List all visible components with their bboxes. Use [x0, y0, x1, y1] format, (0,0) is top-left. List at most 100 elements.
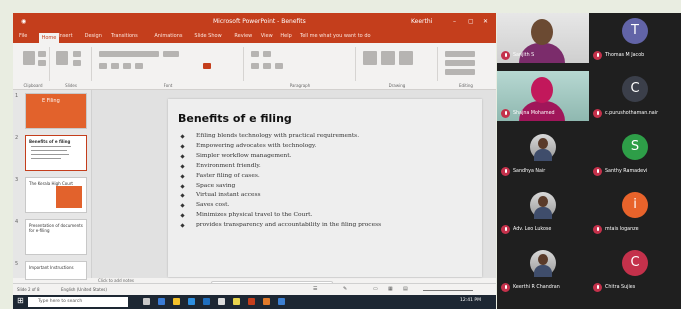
replace-button[interactable] — [445, 60, 475, 66]
new-slide-button[interactable] — [56, 51, 68, 65]
title-bar: ◉ Microsoft PowerPoint - Benefits Keerth… — [13, 13, 496, 31]
bullets-button[interactable] — [251, 51, 259, 57]
participant-tile[interactable]: C Chitra Sujies — [589, 245, 681, 295]
normal-view-icon[interactable]: ▭ — [373, 286, 378, 292]
ribbon-tab[interactable]: View — [261, 33, 273, 39]
app-icon[interactable] — [263, 298, 270, 305]
participant-tile[interactable]: Adv. Leo Lukose — [497, 187, 589, 237]
slide-title[interactable]: Benefits of e filing — [178, 112, 292, 125]
bullet-text: Simpler workflow management. — [196, 152, 292, 159]
app-icon[interactable] — [218, 298, 225, 305]
bullet-diamond-icon — [180, 193, 185, 199]
copy-icon[interactable] — [38, 60, 46, 66]
taskbar-search-input[interactable]: Type here to search — [28, 297, 128, 307]
current-slide[interactable]: Benefits of e filing Efiling blends tech… — [168, 99, 482, 277]
close-icon[interactable]: ✕ — [483, 18, 488, 25]
find-button[interactable] — [445, 51, 475, 57]
participant-tile[interactable]: T Thomas M Jacob — [589, 13, 681, 63]
slide-thumbnail-selected[interactable]: Benefits of e filing — [25, 135, 87, 171]
ribbon-group-label: Paragraph — [289, 83, 311, 88]
language-status[interactable]: English (United States) — [61, 287, 107, 292]
slide-thumbnail[interactable]: Presentation of documents for e-filing — [25, 219, 87, 255]
maximize-icon[interactable]: ▢ — [468, 18, 474, 25]
participant-tile[interactable]: Shajna Mohamed — [497, 71, 589, 121]
taskbar-clock[interactable]: 12:41 PM — [460, 298, 481, 303]
edge-icon[interactable] — [158, 298, 165, 305]
bullet-diamond-icon — [180, 183, 185, 189]
participant-tile[interactable]: Keerthi R Chandran — [497, 245, 589, 295]
cut-icon[interactable] — [38, 51, 46, 57]
participant-tile[interactable]: i mtais loganze — [589, 187, 681, 237]
sorter-view-icon[interactable]: ▦ — [388, 286, 393, 292]
autosave-icon[interactable]: ◉ — [21, 18, 26, 25]
align-center-button[interactable] — [263, 63, 271, 69]
layout-button[interactable] — [73, 51, 81, 57]
ribbon-group-label: Slides — [65, 83, 77, 88]
participant-name: mtais loganze — [605, 227, 639, 232]
slide-thumbnail[interactable]: The Kerala High Court — [25, 177, 87, 213]
paste-button[interactable] — [23, 51, 35, 65]
participant-gallery: Sanjith S T Thomas M Jacob Shajna Mohamed Cc… — [497, 13, 681, 309]
ribbon-tab[interactable]: Insert — [58, 33, 72, 39]
account-name[interactable]: Keerthi — [411, 18, 432, 25]
participant-name: Santhy Ramadevi — [605, 169, 648, 174]
comments-icon[interactable]: ✎ — [343, 286, 347, 292]
ribbon-tab[interactable]: File — [19, 33, 27, 39]
participant-name: Adv. Leo Lukose — [513, 227, 552, 232]
file-explorer-icon[interactable] — [173, 298, 180, 305]
slide-thumbnail[interactable]: Important Instructions — [25, 261, 87, 280]
person-silhouette — [538, 254, 548, 265]
store-icon[interactable] — [188, 298, 195, 305]
participant-tile[interactable]: Cc.purushothaman.nair — [589, 71, 681, 121]
numbering-button[interactable] — [263, 51, 271, 57]
bullet-diamond-icon — [180, 203, 185, 208]
ribbon-tab[interactable]: Tell me what you want to do — [300, 33, 371, 39]
italic-button[interactable] — [111, 63, 119, 69]
powerpoint-taskbar-icon[interactable] — [248, 298, 255, 305]
zoom-slider[interactable] — [423, 290, 473, 291]
muted-mic-icon — [593, 51, 602, 60]
task-view-icon[interactable] — [143, 298, 150, 305]
bullet-list[interactable]: Efiling blends technology with practical… — [180, 132, 381, 231]
ribbon-tab[interactable]: Home — [38, 33, 60, 43]
strikethrough-button[interactable] — [135, 63, 143, 69]
chrome-icon[interactable] — [233, 298, 240, 305]
ribbon-group-label: Drawing — [388, 83, 406, 88]
minimize-icon[interactable]: – — [453, 18, 456, 25]
ribbon-tab[interactable]: Transitions — [111, 33, 138, 39]
participant-tile[interactable]: Sandhya Nair — [497, 129, 589, 179]
align-left-button[interactable] — [251, 63, 259, 69]
select-button[interactable] — [445, 69, 475, 75]
muted-mic-icon — [593, 225, 602, 234]
thumbnail-title: E Filing — [42, 98, 60, 104]
participant-name: Keerthi R Chandran — [513, 285, 560, 290]
windows-start-icon[interactable]: ⊞ — [17, 296, 24, 305]
reading-view-icon[interactable]: ▤ — [403, 286, 408, 292]
status-bar: Slide 2 of 8 English (United States) ☰ ✎… — [13, 283, 496, 295]
font-name-select[interactable] — [99, 51, 159, 57]
app-icon[interactable] — [278, 298, 285, 305]
ribbon-tab[interactable]: Review — [234, 33, 252, 39]
underline-button[interactable] — [123, 63, 131, 69]
mail-icon[interactable] — [203, 298, 210, 305]
arrange-button[interactable] — [381, 51, 395, 65]
participant-tile[interactable]: Sanjith S — [497, 13, 589, 63]
quick-styles-button[interactable] — [399, 51, 413, 65]
align-right-button[interactable] — [275, 63, 283, 69]
shapes-button[interactable] — [363, 51, 377, 65]
ribbon-tab[interactable]: Help — [280, 33, 291, 39]
bullet-text: Minimizes physical travel to the Court. — [196, 212, 313, 219]
font-color-button[interactable] — [203, 63, 211, 69]
notes-toggle-icon[interactable]: ☰ — [313, 286, 317, 292]
participant-tile[interactable]: S Santhy Ramadevi — [589, 129, 681, 179]
ribbon-tab[interactable]: Design — [85, 33, 102, 39]
ribbon-tab[interactable]: Slide Show — [194, 33, 221, 39]
font-size-select[interactable] — [163, 51, 179, 57]
bold-button[interactable] — [99, 63, 107, 69]
reset-button[interactable] — [73, 60, 81, 66]
ribbon-tab[interactable]: Animations — [154, 33, 182, 39]
editing-group: Editing — [439, 47, 493, 88]
slide-thumbnail[interactable]: E Filing — [25, 93, 87, 129]
window-title: Microsoft PowerPoint - Benefits — [213, 18, 306, 25]
bullet-text: Saves cost. — [196, 202, 230, 209]
